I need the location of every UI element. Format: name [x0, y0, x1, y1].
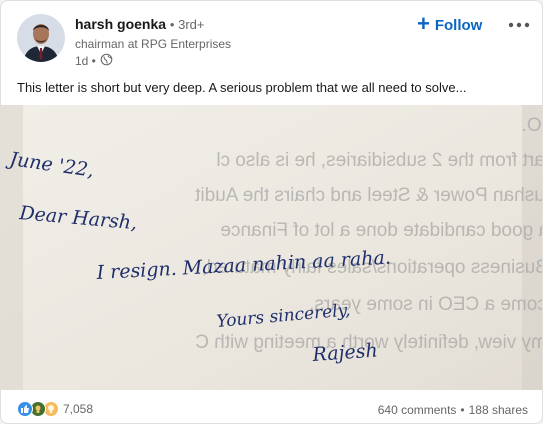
plus-icon: +: [417, 11, 430, 36]
globe-icon: [100, 53, 113, 70]
connection-degree: • 3rd+: [169, 17, 205, 32]
like-icon: [17, 401, 33, 417]
more-options-icon[interactable]: [507, 15, 531, 35]
post-meta: 1d •: [75, 53, 113, 70]
letter-signature: Rajesh: [311, 339, 379, 366]
shares-count[interactable]: 188 shares: [469, 403, 528, 417]
print-line: Bhushan Power & Steel and chairs the Aud…: [194, 185, 543, 206]
count-separator: •: [460, 403, 465, 417]
follow-button[interactable]: + Follow: [417, 13, 482, 37]
reactions-summary[interactable]: 7,058: [17, 401, 93, 417]
print-line: is a good candidate done a lot of Financ…: [220, 220, 543, 241]
post-text: This letter is short but very deep. A se…: [17, 80, 467, 95]
follow-label: Follow: [434, 16, 483, 34]
author-name[interactable]: harsh goenka: [75, 16, 166, 32]
comments-count[interactable]: 640 comments: [378, 403, 457, 417]
author-headline: chairman at RPG Enterprises: [75, 37, 232, 51]
engagement-counts: 640 comments • 188 shares: [378, 403, 528, 417]
post-time: 1d •: [75, 54, 96, 68]
author-avatar[interactable]: [17, 14, 65, 62]
print-line: Apart from the 2 subsidiaries, he is als…: [216, 150, 543, 171]
author-name-line: harsh goenka • 3rd+: [75, 15, 204, 34]
print-line: CEO.: [522, 115, 543, 136]
feed-post-card: harsh goenka • 3rd+ chairman at RPG Ente…: [0, 0, 543, 424]
letter-image[interactable]: CEO. Apart from the 2 subsidiaries, he i…: [1, 105, 543, 390]
reactions-count: 7,058: [63, 402, 94, 416]
